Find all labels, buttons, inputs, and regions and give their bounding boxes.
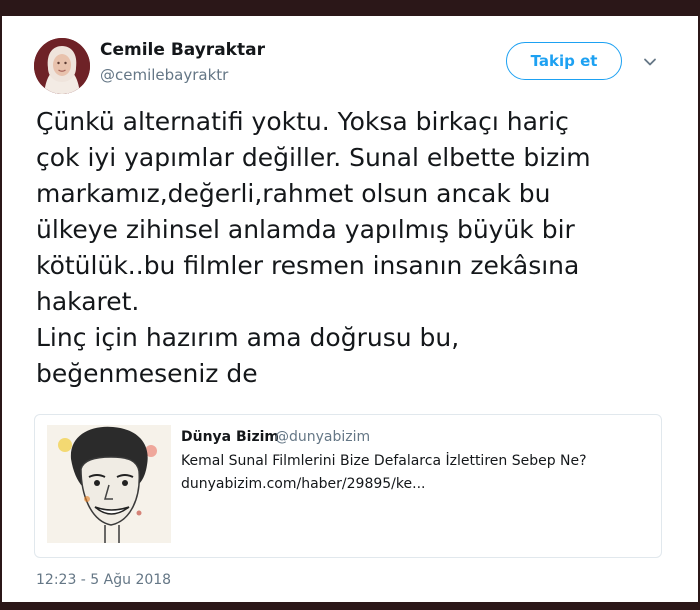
tweet-line: Çünkü alternatifi yoktu. Yoksa birkaçı h… — [36, 107, 569, 136]
author-name[interactable]: Cemile Bayraktar — [100, 40, 265, 60]
author-handle[interactable]: @cemilebayraktr — [100, 66, 228, 84]
tweet-line: çok iyi yapımlar değiller. Sunal elbette… — [36, 143, 591, 172]
card-thumbnail — [47, 425, 171, 543]
tweet-line: hakaret. — [36, 287, 140, 316]
tweet-card: Cemile Bayraktar @cemilebayraktr Takip e… — [2, 16, 698, 602]
tweet-timestamp[interactable]: 12:23 - 5 Ağu 2018 — [36, 572, 171, 588]
tweet-line: beğenmeseniz de — [36, 359, 258, 388]
avatar[interactable] — [34, 38, 90, 94]
follow-button[interactable]: Takip et — [506, 42, 622, 80]
tweet-line: markamız,değerli,rahmet olsun ancak bu — [36, 179, 551, 208]
chevron-down-icon[interactable] — [642, 54, 658, 70]
card-url: dunyabizim.com/haber/29895/ke... — [181, 476, 426, 492]
avatar-portrait — [34, 38, 90, 94]
quoted-link-card[interactable]: Dünya Bizim @dunyabizim Kemal Sunal Film… — [34, 414, 662, 558]
card-title: Kemal Sunal Filmlerini Bize Defalarca İz… — [181, 453, 587, 469]
tweet-text: Çünkü alternatifi yoktu. Yoksa birkaçı h… — [36, 104, 676, 392]
card-source-name: Dünya Bizim — [181, 429, 280, 445]
card-source-handle: @dunyabizim — [275, 429, 371, 445]
card-portrait — [47, 425, 171, 543]
tweet-line: kötülük..bu filmler resmen insanın zekâs… — [36, 251, 580, 280]
frame-bottom-border — [0, 602, 700, 610]
tweet-line: ülkeye zihinsel anlamda yapılmış büyük b… — [36, 215, 575, 244]
tweet-line: Linç için hazırım ama doğrusu bu, — [36, 323, 460, 352]
frame-top-border — [0, 0, 700, 16]
